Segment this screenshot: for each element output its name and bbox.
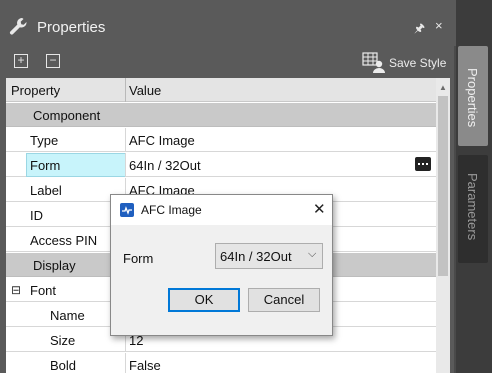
property-value[interactable]: False	[129, 358, 161, 373]
tab-properties-label: Properties	[465, 68, 480, 128]
property-label: Access PIN	[30, 233, 98, 248]
property-label: Form	[30, 158, 61, 173]
property-row-type[interactable]: Type AFC Image	[6, 128, 436, 152]
category-label: Display	[33, 258, 76, 273]
afc-image-dialog: AFC Image ✕ Form 64In / 32Out ⌵ OK Cance…	[110, 194, 333, 336]
app-icon	[120, 203, 134, 217]
chevron-down-icon: ⌵	[308, 248, 317, 260]
property-label: ID	[30, 208, 43, 223]
row-separator	[125, 353, 126, 373]
tab-properties[interactable]: Properties	[458, 46, 488, 146]
save-style-icon	[362, 52, 385, 73]
collapse-all-button[interactable]: −	[46, 54, 60, 68]
property-label: Size	[50, 333, 76, 348]
property-column-header[interactable]: Property	[11, 83, 60, 98]
close-icon[interactable]: ×	[435, 18, 443, 33]
panel-title: Properties	[37, 19, 106, 36]
property-value[interactable]: AFC Image	[129, 133, 195, 148]
vertical-scrollbar[interactable]: ▲	[436, 78, 450, 373]
pin-icon[interactable]: 🖈	[414, 19, 425, 40]
row-separator	[125, 153, 126, 177]
row-separator	[125, 128, 126, 152]
dialog-titlebar: AFC Image ✕	[111, 195, 332, 225]
form-select[interactable]: 64In / 32Out ⌵	[215, 243, 323, 269]
collapse-toggle-icon[interactable]: ⊟	[11, 283, 21, 297]
column-separator[interactable]	[125, 78, 126, 102]
category-row-component[interactable]: Component	[6, 103, 436, 127]
property-label: Font	[30, 283, 57, 298]
expand-all-button[interactable]: +	[14, 54, 28, 68]
property-row-form[interactable]: Form 64In / 32Out	[6, 153, 436, 177]
ellipsis-button-icon[interactable]	[415, 157, 431, 171]
property-label: Bold	[50, 358, 77, 373]
tab-parameters[interactable]: Parameters	[458, 155, 488, 263]
grid-header: Property Value	[6, 78, 436, 102]
save-style-label: Save Style	[389, 56, 447, 70]
wrench-icon	[9, 18, 27, 35]
property-row-font-bold[interactable]: Bold False	[6, 353, 436, 373]
category-label: Component	[33, 108, 101, 123]
scroll-up-icon[interactable]: ▲	[439, 83, 447, 92]
property-label: Label	[30, 183, 62, 198]
form-select-value: 64In / 32Out	[220, 249, 292, 264]
dialog-close-icon[interactable]: ✕	[313, 200, 326, 218]
dialog-title: AFC Image	[141, 203, 202, 217]
property-label: Name	[50, 308, 85, 323]
panel-toolbar: + − Save Style	[6, 47, 450, 77]
tab-parameters-label: Parameters	[465, 173, 480, 241]
scrollbar-thumb[interactable]	[438, 96, 448, 276]
ok-button[interactable]: OK	[168, 288, 240, 312]
property-value[interactable]: 64In / 32Out	[129, 158, 201, 173]
dialog-body: Form 64In / 32Out ⌵ OK Cancel	[111, 225, 332, 335]
form-label: Form	[123, 251, 154, 266]
property-label: Type	[30, 133, 59, 148]
panel-titlebar: Properties 🖈 ×	[0, 0, 456, 46]
cancel-button[interactable]: Cancel	[248, 288, 320, 312]
value-column-header[interactable]: Value	[129, 83, 161, 98]
